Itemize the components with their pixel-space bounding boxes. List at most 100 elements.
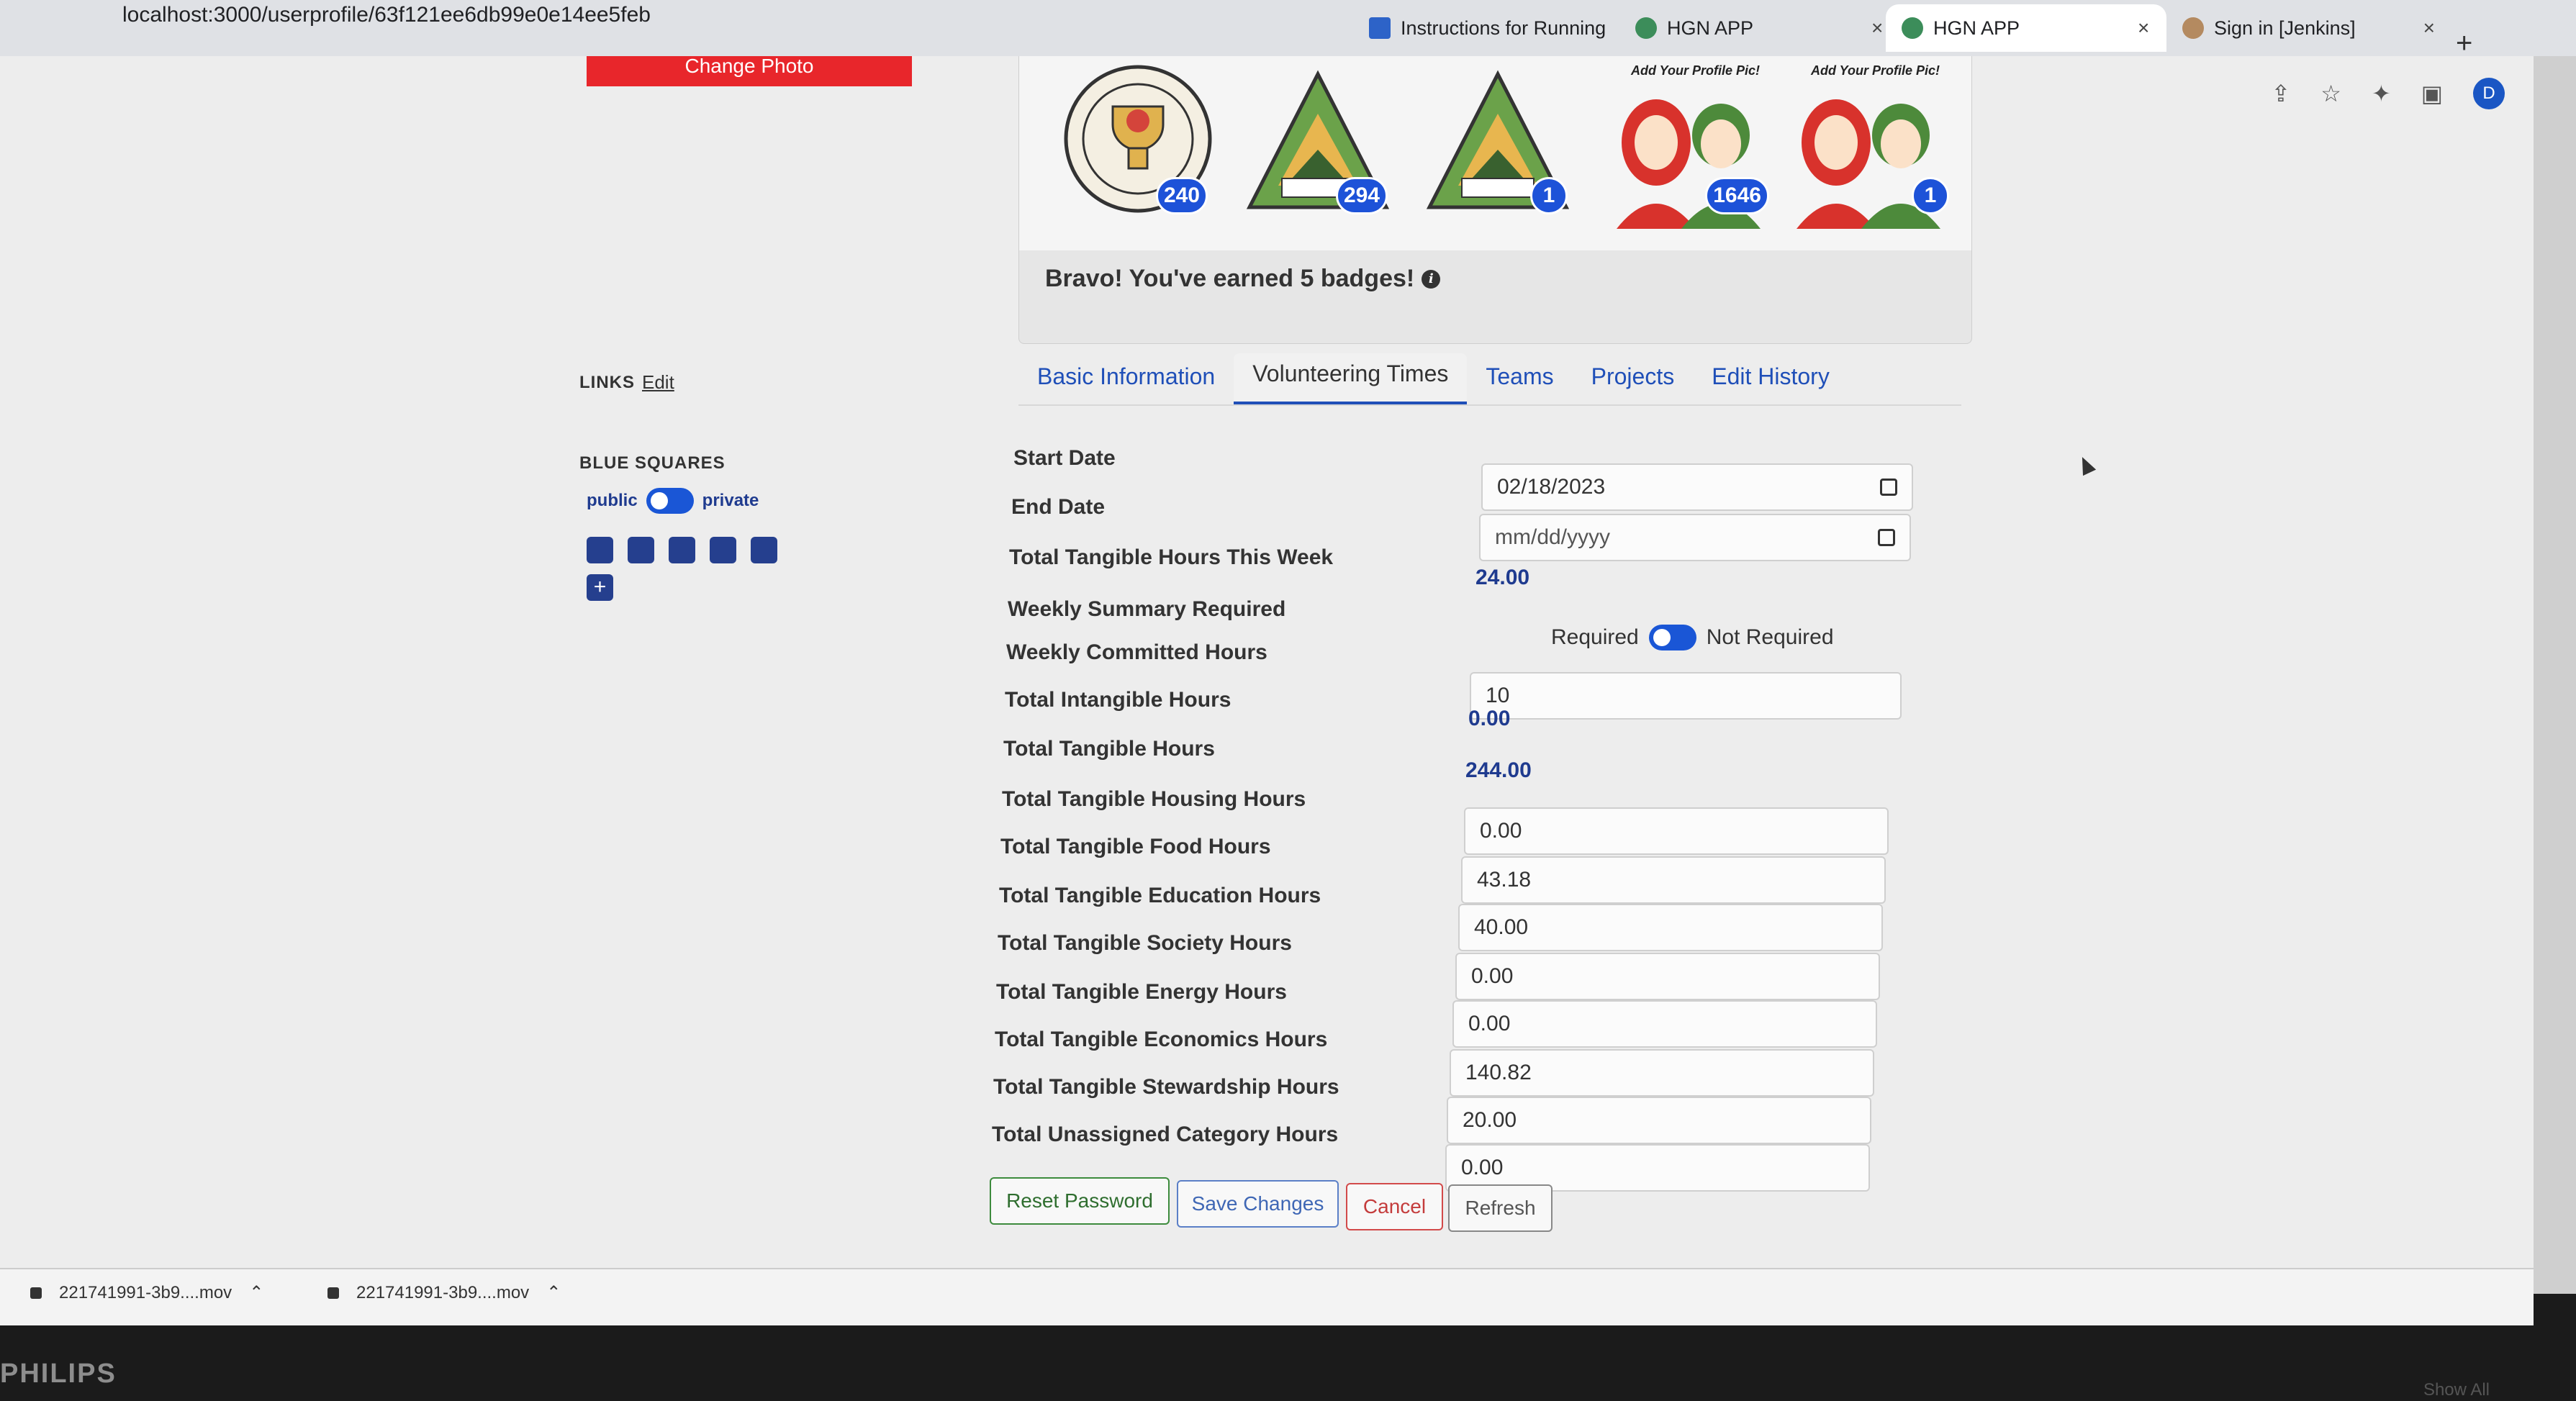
- category-label: Total Tangible Economics Hours: [995, 1028, 1328, 1051]
- tab-volunteering-times[interactable]: Volunteering Times: [1234, 353, 1468, 404]
- badge-summary: Bravo! You've earned 5 badges! i: [1045, 265, 1441, 293]
- extensions-icon[interactable]: ✦: [2372, 80, 2391, 107]
- calendar-icon[interactable]: [1880, 479, 1897, 496]
- close-icon[interactable]: ×: [2138, 17, 2149, 40]
- chevron-up-icon[interactable]: ⌃: [546, 1282, 561, 1303]
- badge-count: 294: [1335, 177, 1388, 214]
- education-hours-field[interactable]: 40.00: [1458, 904, 1883, 951]
- category-value: 0.00: [1471, 964, 1514, 988]
- category-value: 43.18: [1477, 868, 1532, 892]
- tab-label: HGN APP: [1667, 17, 1754, 39]
- blue-square[interactable]: [751, 537, 777, 563]
- badge-caption: Add Your Profile Pic!: [1631, 63, 1761, 78]
- downloads-bar: 221741991-3b9....mov ⌃ 221741991-3b9....…: [0, 1268, 2534, 1325]
- close-icon[interactable]: ×: [1871, 17, 1883, 40]
- badge-count: 240: [1155, 177, 1208, 214]
- address-bar-url[interactable]: localhost:3000/userprofile/63f121ee6db99…: [122, 3, 651, 27]
- calendar-icon[interactable]: [1878, 529, 1895, 546]
- category-value: 140.82: [1465, 1061, 1532, 1084]
- category-label: Total Unassigned Category Hours: [992, 1123, 1339, 1146]
- side-panel-icon[interactable]: ▣: [2421, 80, 2443, 107]
- 100-hours-badge[interactable]: 294: [1242, 63, 1393, 229]
- end-date-placeholder: mm/dd/yyyy: [1495, 525, 1611, 549]
- start-date-value: 02/18/2023: [1497, 475, 1606, 499]
- close-icon[interactable]: ×: [2423, 17, 2435, 40]
- add-profile-pic-badge[interactable]: Add Your Profile Pic! 1646: [1602, 63, 1775, 229]
- badges-card: 240 294 1 Add Your Profile Pic! 1646 Add…: [1018, 56, 1972, 344]
- category-label: Total Tangible Food Hours: [1000, 835, 1271, 858]
- category-value: 40.00: [1474, 915, 1529, 939]
- globe-icon: [1902, 17, 1923, 39]
- badge-message-text: Bravo! You've earned 5 badges!: [1045, 265, 1415, 292]
- new-tab-button[interactable]: +: [2456, 27, 2472, 60]
- chevron-up-icon[interactable]: ⌃: [249, 1282, 263, 1303]
- stewardship-hours-field[interactable]: 20.00: [1447, 1097, 1871, 1144]
- share-icon[interactable]: ⇪: [2271, 80, 2290, 107]
- start-date-field[interactable]: 02/18/2023: [1481, 463, 1913, 511]
- save-changes-button[interactable]: Save Changes: [1177, 1180, 1339, 1228]
- tab-edit-history[interactable]: Edit History: [1693, 363, 1848, 404]
- tab-hgn-app-2[interactable]: HGN APP ×: [1886, 4, 2166, 52]
- weekly-summary-toggle-row: Required Not Required: [1551, 625, 1834, 650]
- cancel-button[interactable]: Cancel: [1346, 1183, 1443, 1230]
- info-icon[interactable]: i: [1422, 269, 1441, 289]
- tab-label: Sign in [Jenkins]: [2214, 17, 2356, 39]
- add-blue-square-button[interactable]: +: [587, 574, 613, 601]
- category-label: Total Tangible Society Hours: [998, 931, 1292, 955]
- links-edit-link[interactable]: Edit: [642, 371, 674, 394]
- show-all-downloads-button[interactable]: Show All: [2423, 1380, 2490, 1400]
- jenkins-icon: [2182, 17, 2204, 39]
- links-label: LINKS: [579, 373, 635, 392]
- add-profile-pic-badge-2[interactable]: Add Your Profile Pic! 1: [1782, 63, 1955, 229]
- society-hours-field[interactable]: 0.00: [1455, 953, 1880, 1000]
- category-label: Total Tangible Energy Hours: [996, 980, 1287, 1004]
- change-photo-button[interactable]: Change Photo: [587, 56, 912, 86]
- blue-square[interactable]: [628, 537, 654, 563]
- category-label: Total Tangible Stewardship Hours: [993, 1075, 1339, 1099]
- end-date-label: End Date: [1011, 495, 1106, 519]
- private-label: private: [702, 491, 759, 510]
- tab-label: Instructions for Running: [1401, 17, 1606, 39]
- energy-hours-field[interactable]: 0.00: [1452, 1000, 1877, 1048]
- tab-label: HGN APP: [1933, 17, 2020, 39]
- tab-basic-information[interactable]: Basic Information: [1018, 363, 1234, 404]
- bookmark-star-icon[interactable]: ☆: [2320, 80, 2341, 107]
- download-item[interactable]: 221741991-3b9....mov ⌃: [30, 1282, 263, 1303]
- page-scrollbar[interactable]: [2534, 56, 2576, 1294]
- end-date-field[interactable]: mm/dd/yyyy: [1479, 514, 1911, 561]
- blue-square[interactable]: [669, 537, 695, 563]
- category-value: 0.00: [1480, 819, 1522, 843]
- profile-tabs: Basic Information Volunteering Times Tea…: [1018, 351, 1961, 406]
- category-label: Total Tangible Education Hours: [999, 884, 1321, 907]
- 100-hours-badge-2[interactable]: 1: [1422, 63, 1573, 229]
- blue-square[interactable]: [587, 537, 613, 563]
- weekly-summary-label: Weekly Summary Required: [1008, 597, 1286, 621]
- profile-avatar[interactable]: D: [2473, 78, 2505, 109]
- monitor-brand-logo: PHILIPS: [0, 1359, 117, 1389]
- tab-projects[interactable]: Projects: [1573, 363, 1694, 404]
- intangible-hours-value: 0.00: [1468, 707, 1511, 730]
- category-value: 0.00: [1461, 1156, 1504, 1179]
- tangible-hours-trophy-badge[interactable]: 240: [1062, 63, 1214, 229]
- weekly-summary-toggle[interactable]: [1648, 625, 1696, 650]
- reset-password-button[interactable]: Reset Password: [990, 1177, 1170, 1225]
- weekly-committed-hours-field[interactable]: 10: [1470, 672, 1902, 720]
- badge-count: 1646: [1705, 177, 1769, 214]
- globe-icon: [1635, 17, 1657, 39]
- tangible-hours-this-week-value: 24.00: [1475, 566, 1530, 589]
- weekly-committed-hours-label: Weekly Committed Hours: [1006, 640, 1267, 664]
- visibility-toggle[interactable]: [646, 488, 694, 514]
- public-label: public: [587, 491, 638, 510]
- housing-hours-field[interactable]: 0.00: [1464, 807, 1889, 855]
- blue-square[interactable]: [710, 537, 736, 563]
- browser-tab-bar: localhost:3000/userprofile/63f121ee6db99…: [0, 0, 2576, 59]
- economics-hours-field[interactable]: 140.82: [1450, 1049, 1874, 1097]
- badge-strip: 240 294 1 Add Your Profile Pic! 1646 Add…: [1019, 56, 1971, 250]
- refresh-button[interactable]: Refresh: [1448, 1184, 1553, 1232]
- tab-teams[interactable]: Teams: [1467, 363, 1572, 404]
- download-item[interactable]: 221741991-3b9....mov ⌃: [327, 1282, 561, 1303]
- food-hours-field[interactable]: 43.18: [1461, 856, 1886, 904]
- tab-hgn-app-1[interactable]: HGN APP ×: [1619, 4, 1899, 52]
- category-value: 0.00: [1468, 1012, 1511, 1035]
- tab-jenkins[interactable]: Sign in [Jenkins] ×: [2166, 4, 2451, 52]
